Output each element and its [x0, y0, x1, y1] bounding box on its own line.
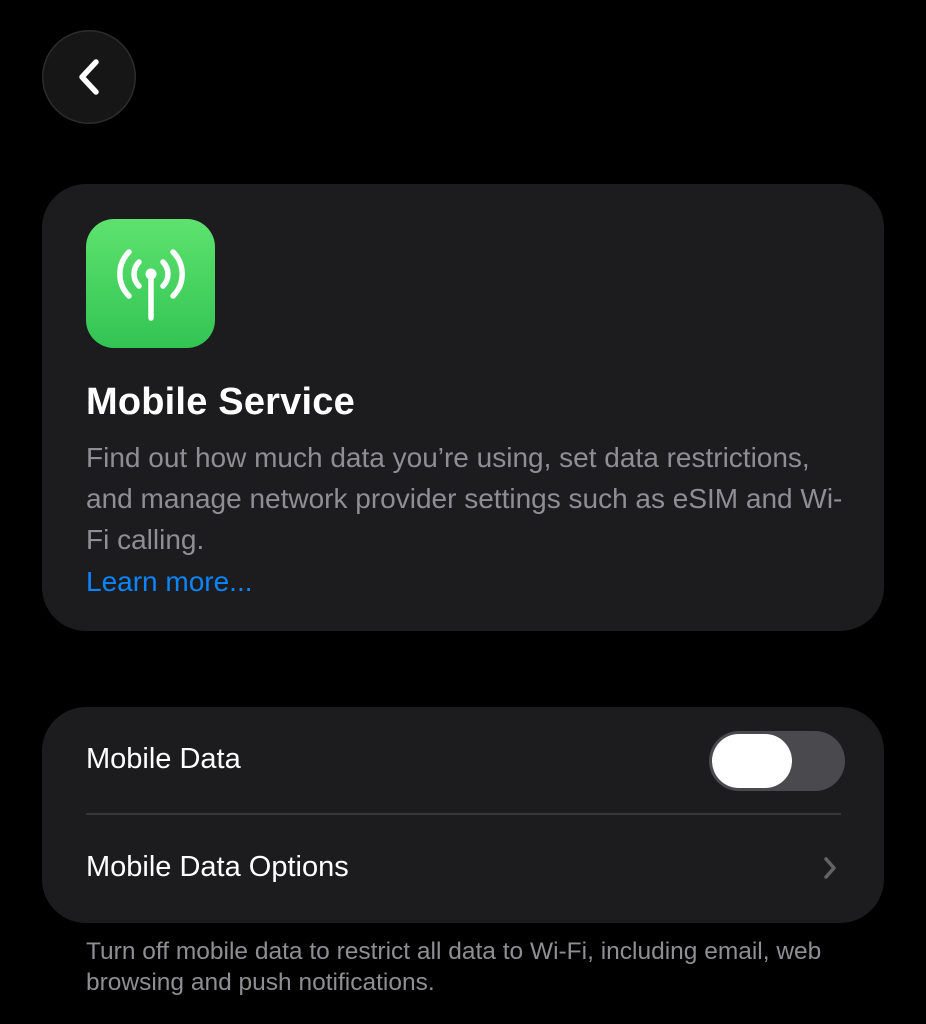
toggle-knob	[712, 734, 792, 788]
antenna-radiowaves-icon	[86, 219, 215, 348]
mobile-data-options-label: Mobile Data Options	[86, 851, 349, 883]
mobile-data-settings-group: Mobile Data Mobile Data Options	[42, 707, 884, 923]
page-title: Mobile Service	[86, 381, 355, 423]
back-button[interactable]	[42, 30, 136, 124]
learn-more-link[interactable]: Learn more...	[86, 561, 253, 602]
service-description: Find out how much data you’re using, set…	[86, 442, 843, 555]
chevron-left-icon	[79, 59, 99, 95]
mobile-data-options-row[interactable]: Mobile Data Options	[42, 815, 884, 922]
mobile-data-label: Mobile Data	[86, 743, 241, 775]
chevron-right-icon	[824, 857, 836, 879]
mobile-service-card: Mobile Service Find out how much data yo…	[42, 184, 884, 631]
mobile-data-row: Mobile Data	[42, 707, 884, 814]
mobile-data-footer-note: Turn off mobile data to restrict all dat…	[86, 938, 822, 996]
mobile-data-toggle[interactable]	[709, 731, 845, 791]
